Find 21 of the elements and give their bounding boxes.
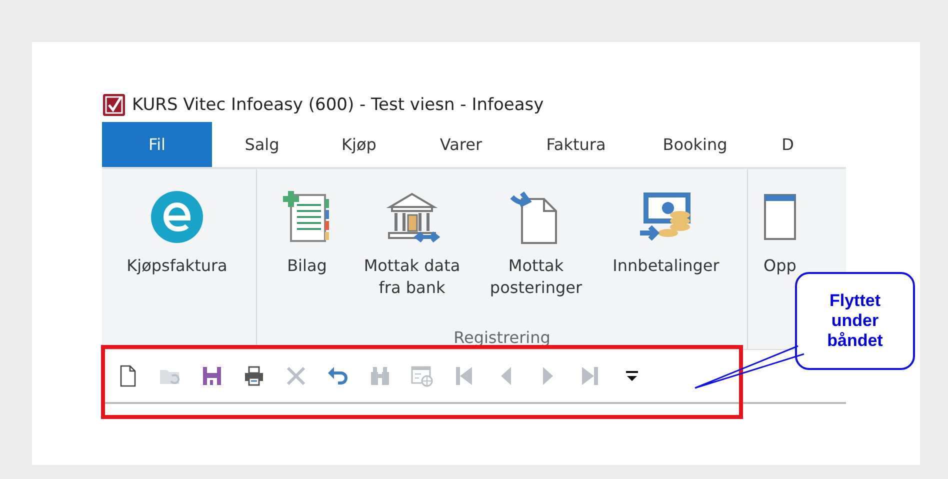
ribbon-tab[interactable]: Kjøp (312, 122, 406, 167)
ribbon-button[interactable]: Kjøpsfaktura (102, 189, 252, 277)
printer-icon[interactable] (242, 364, 266, 388)
group-label: Registrering (452, 328, 552, 347)
ribbon-button[interactable]: Bilag (267, 189, 347, 299)
ribbon-tab[interactable]: Faktura (516, 122, 636, 167)
window-title: KURS Vitec Infoeasy (600) - Test viesn - Infoeasy (132, 95, 544, 115)
ribbon-button[interactable]: Mottak data fra bank (347, 189, 477, 299)
callout-text: Flyttet under båndet (827, 291, 883, 351)
ribbon-tab[interactable]: Fil (102, 122, 212, 167)
app-logo-icon (102, 93, 126, 117)
report-icon (764, 194, 796, 240)
ribbon-tab[interactable]: Varer (406, 122, 516, 167)
ribbon-tab[interactable]: Salg (212, 122, 312, 167)
ribbon-button[interactable]: Innbetalinger (595, 189, 737, 299)
circle-e-icon (149, 189, 205, 245)
ribbon-tab[interactable]: D (754, 122, 794, 167)
save-icon[interactable] (200, 364, 224, 388)
ribbon-button[interactable]: Mottak posteringer (477, 189, 595, 299)
ribbon-button[interactable]: Opp (750, 189, 810, 277)
ribbon-tab[interactable]: Booking (636, 122, 754, 167)
